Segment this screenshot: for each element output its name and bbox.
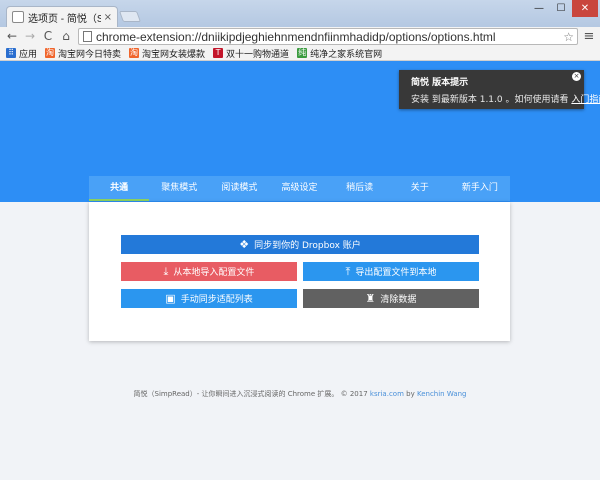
site-icon: 纯 [297,48,308,58]
tab-read-later[interactable]: 稍后读 [330,176,390,201]
bookmark-item[interactable]: T 双十一购物通道 [213,47,289,60]
reload-icon[interactable]: C [40,28,56,44]
footer-text: 简悦（SimpRead）- 让你瞬间进入沉浸式阅读的 Chrome 扩展。 © … [133,390,368,398]
home-icon[interactable]: ⌂ [58,28,74,44]
author-link[interactable]: Kenchin Wang [417,390,467,398]
tab-read-mode[interactable]: 阅读模式 [209,176,269,201]
tab-close-icon[interactable]: × [104,12,112,23]
taobao-icon: 淘 [45,48,56,58]
clear-data-label: 清除数据 [380,295,417,305]
forward-arrow-icon[interactable]: → [22,28,38,44]
page-footer: 简悦（SimpRead）- 让你瞬间进入沉浸式阅读的 Chrome 扩展。 © … [0,389,600,399]
bookmark-label: 应用 [19,49,38,60]
close-window-button[interactable]: ✕ [572,0,598,17]
import-config-label: 从本地导入配置文件 [173,268,255,278]
clear-data-button[interactable]: ♜ 清除数据 [303,289,479,308]
tab-about[interactable]: 关于 [390,176,450,201]
minimize-button[interactable]: — [528,0,550,17]
import-config-button[interactable]: ⤓ 从本地导入配置文件 [121,262,297,281]
maximize-button[interactable]: ☐ [550,0,572,17]
bookmark-label: 淘宝网今日特卖 [58,49,122,60]
export-config-label: 导出配置文件到本地 [355,268,437,278]
settings-card: ❖ 同步到你的 Dropbox 账户 ⤓ 从本地导入配置文件 ⤒ 导出配置文件到… [89,202,510,341]
upload-icon: ⤒ [345,264,351,278]
browser-tab[interactable]: 选项页 - 简悦（SimpRead） × [6,6,118,27]
browser-toolbar: ← → C ⌂ chrome-extension://dniikipdjeghi… [0,27,600,46]
bookmark-star-icon[interactable]: ☆ [563,30,574,44]
tab-advanced[interactable]: 高级设定 [269,176,329,201]
page-icon [83,31,92,42]
close-icon[interactable]: × [572,72,581,81]
bookmarks-bar: ⠿ 应用 淘 淘宝网今日特卖 淘 淘宝网女装爆款 T 双十一购物通道 纯 纯净之… [0,46,600,61]
tab-title: 选项页 - 简悦（SimpRead） [28,13,101,25]
notice-title: 简悦 版本提示 [411,78,469,88]
sync-site-list-button[interactable]: ▣ 手动同步适配列表 [121,289,297,308]
bookmark-label: 纯净之家系统官网 [310,49,383,60]
address-bar[interactable]: chrome-extension://dniikipdjeghiehnmendn… [78,28,578,45]
download-icon: ⤓ [163,264,169,278]
bookmark-item[interactable]: ⠿ 应用 [6,47,37,60]
dropbox-sync-label: 同步到你的 Dropbox 账户 [254,241,361,251]
export-config-button[interactable]: ⤒ 导出配置文件到本地 [303,262,479,281]
sync-list-icon: ▣ [165,292,176,305]
back-arrow-icon[interactable]: ← [4,28,20,44]
options-tabs: 共通 聚焦模式 阅读模式 高级设定 稍后读 关于 新手入门 [89,176,510,201]
taobao-icon: 淘 [129,48,140,58]
bookmark-label: 淘宝网女装爆款 [142,49,206,60]
new-tab-button[interactable] [118,11,142,22]
browser-menu-icon[interactable]: ≡ [582,29,596,44]
notice-body: 安装 到最新版本 1.1.0 。如何使用请看 入门指南 [411,92,600,105]
footer-by: by [406,390,415,398]
version-notice-toast: 简悦 版本提示 安装 到最新版本 1.1.0 。如何使用请看 入门指南 × [399,70,600,109]
bookmark-label: 双十一购物通道 [226,49,290,60]
dropbox-icon: ❖ [239,238,250,251]
dropbox-sync-button[interactable]: ❖ 同步到你的 Dropbox 账户 [121,235,479,254]
apps-icon: ⠿ [6,48,16,58]
tab-focus-mode[interactable]: 聚焦模式 [149,176,209,201]
tab-common[interactable]: 共通 [89,176,150,201]
page-favicon-icon [12,11,24,23]
bookmark-item[interactable]: 淘 淘宝网女装爆款 [129,47,205,60]
site-link[interactable]: ksria.com [370,390,404,398]
url-text[interactable]: chrome-extension://dniikipdjeghiehnmendn… [96,30,563,44]
window-titlebar: 选项页 - 简悦（SimpRead） × — ☐ ✕ [0,0,600,27]
tmall-icon: T [213,48,224,58]
notice-text: 安装 到最新版本 1.1.0 。如何使用请看 [411,95,569,105]
bookmark-item[interactable]: 淘 淘宝网今日特卖 [45,47,121,60]
sync-site-list-label: 手动同步适配列表 [180,295,253,305]
getting-started-link[interactable]: 入门指南 [571,95,600,105]
tab-getting-started[interactable]: 新手入门 [450,176,510,201]
clear-icon: ♜ [365,292,376,305]
bookmark-item[interactable]: 纯 纯净之家系统官网 [297,47,382,60]
